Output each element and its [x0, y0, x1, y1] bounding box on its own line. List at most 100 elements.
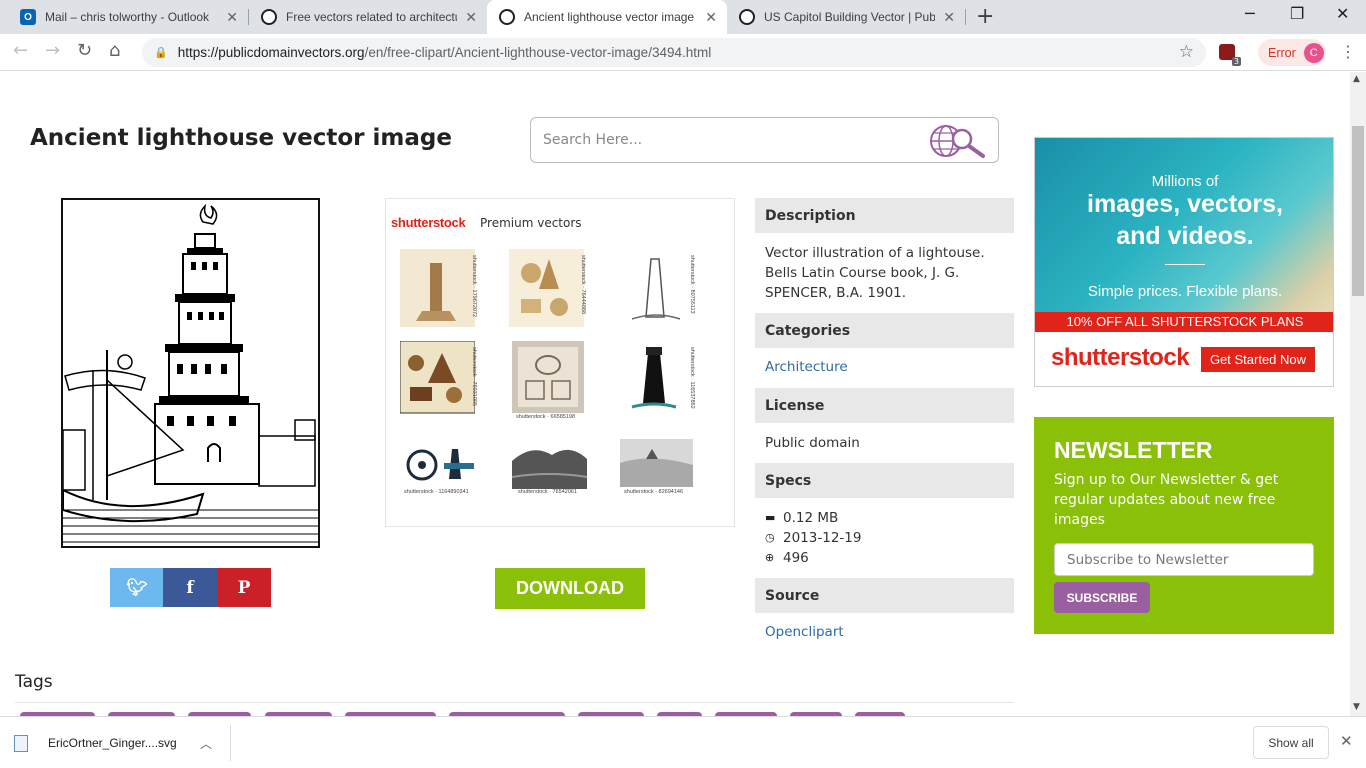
lighthouse-illustration — [61, 198, 320, 548]
shutterstock-ad-logo: shutterstock — [1051, 344, 1190, 371]
download-item[interactable]: EricOrtner_Ginger....svg ︿ — [14, 726, 230, 760]
download-shelf: EricOrtner_Ginger....svg ︿ Show all ✕ — [0, 716, 1366, 768]
close-icon[interactable]: ✕ — [705, 9, 717, 26]
spec-size: ▬ 0.12 MB — [765, 508, 1005, 528]
error-label: Error — [1268, 45, 1296, 60]
black-lighthouse-thumbnail — [618, 341, 693, 419]
specs-heading: Specs — [755, 463, 1014, 498]
subscribe-button[interactable]: SUBSCRIBE — [1054, 582, 1150, 613]
close-icon[interactable]: ✕ — [226, 9, 238, 26]
lighthouse-sepia-thumbnail — [400, 249, 475, 327]
pinterest-icon: P — [237, 577, 251, 598]
minimize-icon[interactable]: ─ — [1245, 4, 1255, 23]
tab-ancient-lighthouse[interactable]: Ancient lighthouse vector image ✕ — [487, 0, 727, 34]
page-viewport: Ancient lighthouse vector image Search H… — [0, 72, 1350, 716]
thumbnail-caption: shutterstock · 1164890341 — [404, 489, 469, 495]
clock-icon: ◷ — [765, 531, 775, 544]
download-count-icon: ⊕ — [765, 551, 775, 564]
search-icon[interactable] — [928, 122, 988, 160]
premium-thumbnail[interactable]: shutterstock · 82694146 — [620, 439, 695, 517]
avatar: C — [1303, 42, 1324, 63]
license-text: Public domain — [765, 435, 860, 451]
category-link-architecture[interactable]: Architecture — [765, 359, 848, 375]
description-heading: Description — [755, 198, 1014, 233]
scroll-down-icon[interactable]: ▼ — [1353, 702, 1360, 712]
tab-us-capitol[interactable]: US Capitol Building Vector | Publ ✕ — [727, 0, 965, 34]
pdv-icon — [739, 9, 755, 25]
tab-free-vectors[interactable]: Free vectors related to architectu ✕ — [249, 0, 487, 34]
download-filename: EricOrtner_Ginger....svg — [48, 736, 177, 750]
extension-icon[interactable]: 3 — [1219, 44, 1241, 66]
premium-thumbnail[interactable]: shutterstock · 80755113 — [618, 249, 695, 327]
scroll-up-icon[interactable]: ▲ — [1353, 74, 1360, 84]
url-path: /en/free-clipart/Ancient-lighthouse-vect… — [364, 45, 712, 60]
ad-divider — [1165, 264, 1205, 265]
extension-badge: 3 — [1231, 57, 1241, 66]
lock-icon: 🔒 — [154, 47, 168, 59]
divider — [15, 702, 1014, 703]
search-input[interactable] — [543, 132, 923, 148]
premium-thumbnail[interactable]: shutterstock · 76931005 — [399, 340, 477, 419]
show-all-button[interactable]: Show all — [1253, 726, 1329, 759]
categories-heading: Categories — [755, 313, 1014, 348]
menu-icon[interactable]: ⋮ — [1340, 42, 1356, 61]
outlook-icon: O — [20, 9, 36, 25]
home-icon[interactable]: ⌂ — [109, 40, 120, 61]
page-scrollbar[interactable]: ▲ ▼ — [1350, 72, 1366, 716]
thumbnail-caption: shutterstock · 76444888 — [580, 255, 586, 315]
size-value: 0.12 MB — [783, 510, 839, 526]
tab-title: US Capitol Building Vector | Publ — [764, 10, 936, 24]
back-icon[interactable]: ← — [13, 40, 28, 61]
bookmark-star-icon[interactable]: ☆ — [1179, 42, 1194, 62]
nautical-sepia-thumbnail — [509, 249, 584, 327]
forward-icon[interactable]: → — [45, 40, 60, 61]
shutterstock-premium-box[interactable]: shutterstock Premium vectors shutterstoc… — [385, 198, 735, 527]
facebook-share-button[interactable]: f — [163, 568, 217, 607]
pinterest-share-button[interactable]: P — [217, 568, 271, 607]
twitter-share-button[interactable]: 🐦︎ — [110, 568, 164, 607]
newsletter-box: NEWSLETTER Sign up to Our Newsletter & g… — [1034, 417, 1334, 634]
coastal-landscape-thumbnail — [511, 439, 588, 489]
facebook-icon: f — [186, 577, 194, 598]
scrollbar-thumb[interactable] — [1352, 126, 1364, 296]
profile-error-button[interactable]: Error C — [1258, 39, 1326, 66]
shutterstock-logo: shutterstock — [391, 215, 466, 230]
premium-thumbnail[interactable]: shutterstock · 1164890341 — [400, 439, 475, 517]
close-icon[interactable]: ✕ — [1340, 732, 1353, 750]
close-window-icon[interactable]: ✕ — [1336, 4, 1349, 23]
svg-file-icon — [14, 734, 28, 752]
get-started-button[interactable]: Get Started Now — [1201, 347, 1315, 372]
license-heading: License — [755, 388, 1014, 423]
harbor-engraving-thumbnail — [620, 439, 693, 487]
newsletter-heading: NEWSLETTER — [1054, 437, 1213, 463]
thumbnail-caption: shutterstock · 80755113 — [689, 255, 695, 314]
shutterstock-ad[interactable]: Millions of images, vectors, and videos.… — [1034, 137, 1334, 387]
premium-thumbnail[interactable]: shutterstock · 116537862 — [618, 341, 695, 419]
page-title: Ancient lighthouse vector image — [30, 125, 452, 151]
download-button[interactable]: DOWNLOAD — [495, 568, 645, 609]
ad-line-4: Simple prices. Flexible plans. — [1087, 283, 1283, 300]
premium-vectors-label: Premium vectors — [480, 216, 582, 230]
premium-thumbnail[interactable]: shutterstock · 179672072 — [400, 249, 477, 327]
chevron-up-icon[interactable]: ︿ — [200, 735, 212, 752]
address-bar[interactable]: 🔒 https://publicdomainvectors.org/en/fre… — [142, 38, 1206, 67]
tab-title: Free vectors related to architectu — [286, 10, 458, 24]
premium-thumbnail[interactable]: shutterstock · 76444888 — [509, 249, 586, 327]
source-heading: Source — [755, 578, 1014, 613]
lighthouse-sketch-thumbnail — [618, 249, 693, 327]
newsletter-email-input[interactable] — [1054, 543, 1314, 576]
premium-thumbnail[interactable]: shutterstock · 66585198 — [512, 341, 587, 420]
tags-heading: Tags — [15, 672, 53, 692]
source-link-openclipart[interactable]: Openclipart — [765, 624, 844, 640]
close-icon[interactable]: ✕ — [465, 9, 477, 26]
new-tab-button[interactable]: + — [976, 4, 994, 29]
tab-outlook[interactable]: O Mail – chris tolworthy - Outlook ✕ — [8, 0, 248, 34]
spec-downloads: ⊕ 496 — [765, 548, 1005, 568]
reload-icon[interactable]: ↻ — [77, 40, 92, 61]
restore-icon[interactable]: ❐ — [1290, 4, 1304, 23]
tab-divider — [965, 9, 966, 25]
premium-thumbnail[interactable]: shutterstock · 76542061 — [511, 439, 588, 517]
close-icon[interactable]: ✕ — [943, 9, 955, 26]
downloads-value: 496 — [783, 550, 809, 566]
ad-banner: 10% OFF ALL SHUTTERSTOCK PLANS — [1035, 312, 1333, 332]
